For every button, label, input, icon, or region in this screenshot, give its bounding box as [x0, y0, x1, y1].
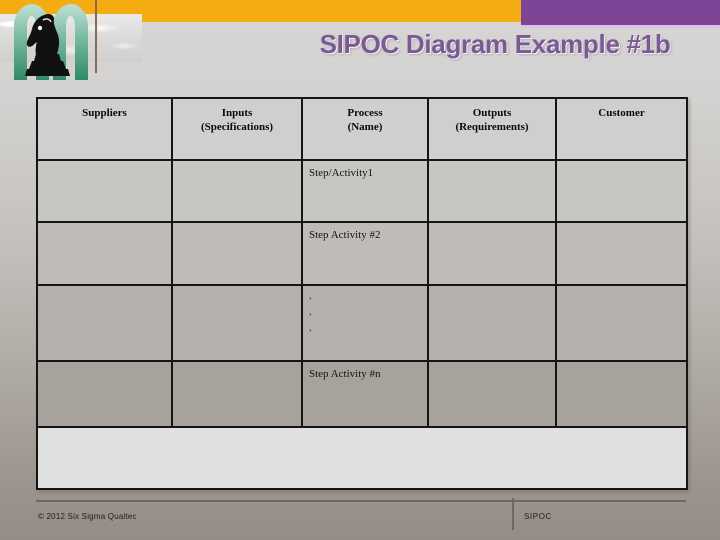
purple-band	[521, 0, 720, 25]
cell-process[interactable]: Step/Activity1	[301, 158, 429, 224]
table-row[interactable]: Step Activity #2	[36, 221, 688, 286]
footer-divider-tick	[512, 498, 514, 530]
cell-process[interactable]: Step Activity #n	[301, 359, 429, 429]
cell-suppliers[interactable]	[36, 359, 173, 429]
chess-knight-icon	[25, 13, 70, 76]
cell-outputs[interactable]	[427, 359, 557, 429]
header-cell-outputs: Outputs (Requirements)	[427, 97, 557, 161]
cell-text	[557, 286, 686, 360]
cell-merged-footer[interactable]	[36, 426, 688, 490]
cell-outputs[interactable]	[427, 158, 557, 224]
table-row[interactable]: . . .	[36, 283, 688, 362]
cell-text	[38, 161, 171, 222]
ellipsis-dot: .	[309, 305, 312, 318]
cell-outputs[interactable]	[427, 283, 557, 362]
header-cell-customer: Customer	[555, 97, 688, 161]
cell-text	[38, 362, 171, 427]
footer-copyright: © 2012 Six Sigma Qualtec	[38, 512, 137, 521]
header-line1-suppliers: Suppliers	[82, 107, 127, 119]
purple-band-underline	[521, 25, 720, 28]
cell-suppliers[interactable]	[36, 283, 173, 362]
header-line2-process: (Name)	[347, 120, 383, 133]
slide-canvas: SIPOC Diagram Example #1b Suppliers Inpu…	[0, 0, 720, 540]
footer-label: SIPOC	[524, 512, 552, 521]
header-cell-inputs: Inputs (Specifications)	[171, 97, 303, 161]
cell-suppliers[interactable]	[36, 158, 173, 224]
cell-inputs[interactable]	[171, 283, 303, 362]
cell-ellipsis: . . .	[303, 286, 427, 360]
cell-text	[38, 428, 686, 488]
cell-text	[429, 362, 555, 427]
cell-text	[557, 362, 686, 427]
cell-text: Step Activity #2	[309, 229, 381, 242]
cell-text	[173, 362, 301, 427]
cell-outputs[interactable]	[427, 221, 557, 286]
cell-text	[557, 223, 686, 284]
cell-inputs[interactable]	[171, 359, 303, 429]
cell-text	[173, 286, 301, 360]
cell-suppliers[interactable]	[36, 221, 173, 286]
cell-text	[429, 286, 555, 360]
cell-inputs[interactable]	[171, 158, 303, 224]
cell-text: Step/Activity1	[309, 166, 374, 179]
cell-customer[interactable]	[555, 221, 688, 286]
footer-divider	[36, 500, 686, 502]
table-row[interactable]: Step Activity #n	[36, 359, 688, 429]
logo	[0, 0, 142, 88]
cell-process[interactable]: Step Activity #2	[301, 221, 429, 286]
header-line1-inputs: Inputs	[221, 107, 253, 119]
cell-inputs[interactable]	[171, 221, 303, 286]
header-line2-inputs: (Specifications)	[200, 120, 274, 133]
cell-text	[38, 223, 171, 284]
logo-vertical-rule	[95, 0, 97, 73]
page-title: SIPOC Diagram Example #1b	[319, 29, 671, 59]
ellipsis-dot: .	[309, 321, 312, 334]
header-line1-customer: Customer	[598, 107, 645, 119]
header-cell-suppliers: Suppliers	[36, 97, 173, 161]
cell-customer[interactable]	[555, 158, 688, 224]
cell-text	[429, 161, 555, 222]
cell-text	[173, 223, 301, 284]
sipoc-table: Suppliers Inputs (Specifications) Proces…	[36, 97, 688, 490]
cell-text	[173, 161, 301, 222]
header-cell-process: Process (Name)	[301, 97, 429, 161]
ellipsis-dot: .	[309, 289, 312, 302]
cell-text: Step Activity #n	[309, 367, 381, 380]
header-line1-process: Process	[347, 107, 383, 119]
header-line2-outputs: (Requirements)	[455, 120, 529, 133]
cell-process[interactable]: . . .	[301, 283, 429, 362]
table-header-row: Suppliers Inputs (Specifications) Proces…	[36, 97, 688, 161]
cell-customer[interactable]	[555, 359, 688, 429]
cell-text	[429, 223, 555, 284]
table-row[interactable]: Step/Activity1	[36, 158, 688, 224]
cell-text	[557, 161, 686, 222]
cell-text	[38, 286, 171, 360]
cell-customer[interactable]	[555, 283, 688, 362]
table-footer-row[interactable]	[36, 426, 688, 490]
header-line1-outputs: Outputs	[472, 107, 512, 119]
